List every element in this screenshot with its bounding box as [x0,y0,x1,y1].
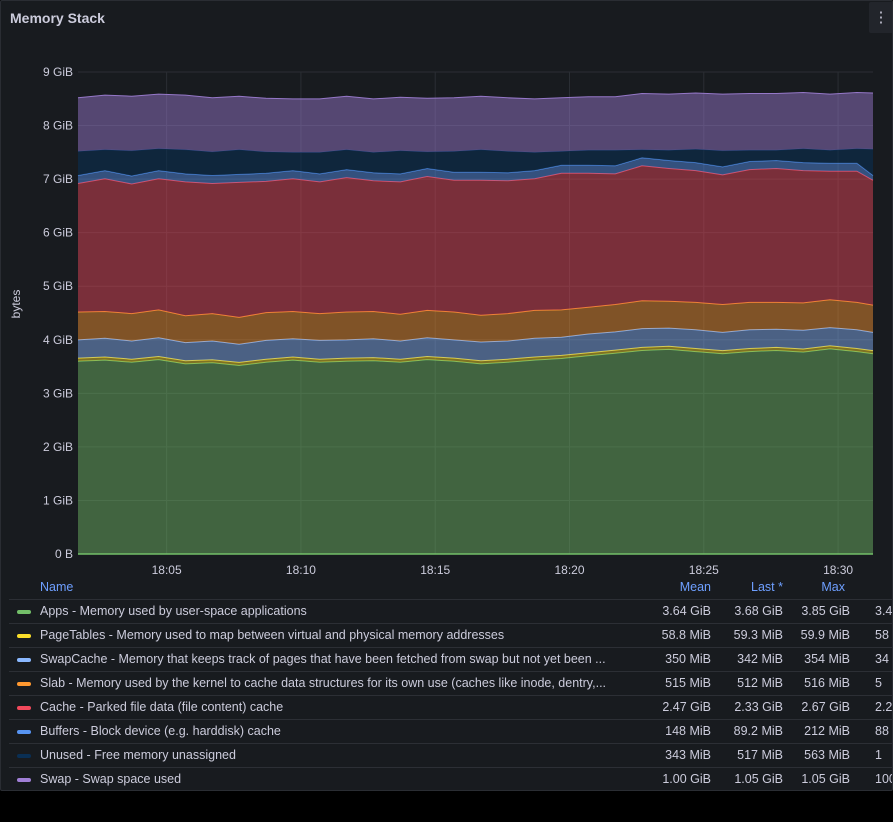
legend-swatch [17,610,31,614]
legend-series-name: Unused - Free memory unassigned [40,748,236,762]
legend-mean: 148 MiB [665,724,711,738]
x-tick-label: 18:10 [286,563,316,576]
series-area-4 [78,165,873,318]
legend-series-name: Slab - Memory used by the kernel to cach… [40,676,607,690]
legend-row[interactable]: Cache - Parked file data (file content) … [9,695,893,718]
legend-series-name: Cache - Parked file data (file content) … [40,700,284,714]
y-tick-label: 0 B [55,547,73,561]
series-area-0 [78,348,873,554]
legend-mean: 515 MiB [665,676,711,690]
legend-mean: 2.47 GiB [662,700,711,714]
legend-row[interactable]: PageTables - Memory used to map between … [9,623,892,646]
legend-row[interactable]: Swap - Swap space used 1.00 GiB 1.05 GiB 1.… [9,767,892,790]
legend-swatch [17,658,31,662]
y-tick-label: 7 GiB [43,172,73,186]
y-tick-label: 4 GiB [43,333,73,347]
x-tick-label: 18:05 [152,563,182,576]
legend-extra-clipped: 100 [875,772,892,786]
x-tick-label: 18:30 [823,563,853,576]
legend-row[interactable]: Slab - Memory used by the kernel to cach… [9,671,892,694]
legend-row[interactable]: Apps - Memory used by user-space applica… [9,599,893,622]
legend-extra-clipped: 34 [875,652,889,666]
legend-mean: 343 MiB [665,748,711,762]
x-tick-label: 18:25 [689,563,719,576]
legend-mean: 58.8 MiB [661,628,711,642]
legend-row[interactable]: Buffers - Block device (e.g. harddisk) c… [9,719,892,742]
y-tick-label: 8 GiB [43,119,73,133]
legend-header-max[interactable]: Max [769,580,845,594]
legend-series-name: PageTables - Memory used to map between … [40,628,505,642]
legend-extra-clipped: 58 [875,628,889,642]
legend-swatch [17,634,31,638]
legend-extra-clipped: 5 [875,676,882,690]
y-tick-label: 9 GiB [43,65,73,79]
x-tick-label: 18:15 [420,563,450,576]
x-tick-label: 18:20 [554,563,584,576]
legend-swatch [17,730,31,734]
legend-series-name: SwapCache - Memory that keeps track of p… [40,652,606,666]
legend-max: 1.05 GiB [801,772,850,786]
legend-row[interactable]: SwapCache - Memory that keeps track of p… [9,647,892,670]
legend-max: 354 MiB [804,652,850,666]
y-tick-label: 3 GiB [43,386,73,400]
legend-max: 563 MiB [804,748,850,762]
legend-series-name: Swap - Swap space used [40,772,182,786]
legend-max: 3.85 GiB [801,604,850,618]
legend-extra-clipped: 88 [875,724,889,738]
legend-max: 212 MiB [804,724,850,738]
legend-max: 2.67 GiB [801,700,850,714]
legend-swatch [17,778,31,782]
legend-swatch [17,706,31,710]
legend-mean: 350 MiB [665,652,711,666]
legend-row[interactable]: Unused - Free memory unassigned 343 MiB 51… [9,743,892,766]
legend-swatch [17,682,31,686]
legend-series-name: Buffers - Block device (e.g. harddisk) c… [40,724,281,738]
legend-extra-clipped: 2.2 [875,700,893,714]
legend-max: 516 MiB [804,676,850,690]
y-tick-label: 2 GiB [43,440,73,454]
legend-header-mean[interactable]: Mean [631,580,711,594]
legend-max: 59.9 MiB [800,628,850,642]
legend-extra-clipped: 3.4 [875,604,893,618]
legend-swatch [17,754,31,758]
legend-series-name: Apps - Memory used by user-space applica… [40,604,307,618]
legend-extra-clipped: 1 [875,748,882,762]
y-tick-label: 5 GiB [43,279,73,293]
legend-mean: 1.00 GiB [662,772,711,786]
legend-mean: 3.64 GiB [662,604,711,618]
legend-header-name[interactable]: Name [40,580,73,594]
y-tick-label: 1 GiB [43,493,73,507]
series-area-7 [78,92,873,153]
memory-stack-chart: 0 B 1 GiB 2 GiB 3 GiB 4 GiB 5 GiB 6 GiB 7 GiB 8 … [9,65,874,576]
y-axis-label: bytes [9,290,23,319]
y-tick-label: 6 GiB [43,226,73,240]
memory-stack-panel: Memory Stack ⋮ 0 B1 GiB 2 GiB 3 GiB 4 GiB 5 … [0,0,893,791]
